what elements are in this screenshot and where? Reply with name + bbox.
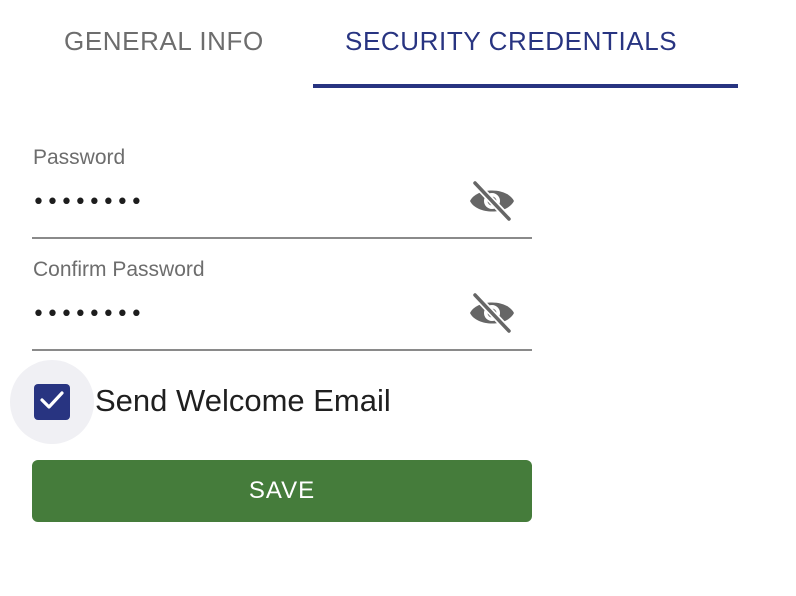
active-tab-indicator xyxy=(313,84,738,88)
confirm-password-underline xyxy=(32,349,532,351)
checkmark-icon xyxy=(39,389,65,416)
toggle-confirm-password-visibility-button[interactable] xyxy=(468,291,516,338)
tab-general-info[interactable]: GENERAL INFO xyxy=(64,0,264,84)
tab-bar: GENERAL INFO SECURITY CREDENTIALS xyxy=(0,0,796,88)
eye-off-icon xyxy=(469,291,515,338)
eye-off-icon xyxy=(469,179,515,226)
send-welcome-email-label[interactable]: Send Welcome Email xyxy=(95,383,391,419)
password-underline xyxy=(32,237,532,239)
password-input[interactable] xyxy=(32,182,462,222)
confirm-password-input[interactable] xyxy=(32,294,462,334)
password-label: Password xyxy=(33,146,126,169)
confirm-password-label: Confirm Password xyxy=(33,258,205,281)
toggle-password-visibility-button[interactable] xyxy=(468,179,516,226)
save-button[interactable]: SAVE xyxy=(32,460,532,522)
tab-security-credentials[interactable]: SECURITY CREDENTIALS xyxy=(345,0,677,84)
send-welcome-email-checkbox[interactable] xyxy=(34,384,70,420)
